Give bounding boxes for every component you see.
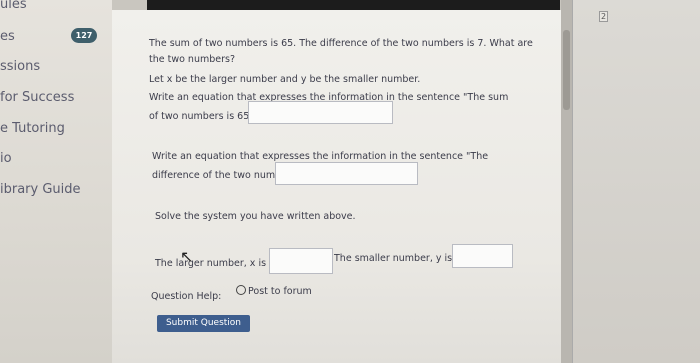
smaller-number-input[interactable]: [452, 244, 513, 268]
sidebar-item-tutoring[interactable]: e Tutoring: [0, 121, 65, 136]
sidebar-item-messages[interactable]: es: [0, 29, 15, 44]
scrollbar-thumb[interactable]: [563, 30, 570, 110]
question-help-label: Question Help:: [151, 291, 222, 302]
variable-definition: Let x be the larger number and y be the …: [149, 74, 421, 85]
post-to-forum-label: Post to forum: [248, 286, 312, 297]
sidebar-item-discussions[interactable]: ssions: [0, 59, 40, 74]
speech-bubble-icon: [236, 285, 246, 295]
sidebar-item-tools-for-success[interactable]: for Success: [0, 90, 74, 105]
sidebar-item-rules[interactable]: ules: [0, 0, 27, 12]
page-number: 2: [599, 11, 609, 22]
mouse-pointer-icon: ↖: [180, 247, 194, 266]
submit-question-button[interactable]: Submit Question: [157, 315, 250, 332]
question-prompt: The sum of two numbers is 65. The differ…: [149, 38, 533, 65]
larger-number-label: The larger number, x is: [155, 258, 267, 269]
equation2-input[interactable]: [275, 162, 418, 185]
equation1-input[interactable]: [248, 101, 393, 124]
top-bar: [147, 0, 560, 10]
sidebar-item-library-guide[interactable]: ibrary Guide: [0, 182, 81, 197]
sidebar: ules es 127 ssions for Success e Tutorin…: [0, 0, 112, 363]
unread-count-badge: 127: [71, 28, 97, 43]
sidebar-item-portfolio[interactable]: io: [0, 151, 12, 166]
larger-number-input[interactable]: [269, 248, 333, 274]
solve-instruction: Solve the system you have written above.: [155, 211, 356, 222]
post-to-forum-link[interactable]: Post to forum: [236, 284, 312, 300]
smaller-number-label: The smaller number, y is: [334, 253, 453, 264]
right-pane: [572, 0, 700, 363]
